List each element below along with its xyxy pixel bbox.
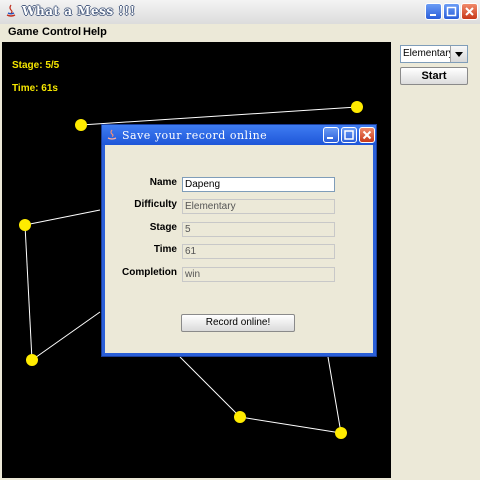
stage-indicator: Stage: 5/5 — [12, 60, 60, 71]
graph-node[interactable] — [75, 119, 87, 131]
completion-field: win — [182, 267, 335, 282]
menu-control[interactable]: Control — [42, 26, 81, 38]
menu-game[interactable]: Game — [8, 26, 39, 38]
dialog-close-button[interactable] — [359, 127, 375, 143]
edge — [24, 209, 101, 226]
minimize-button[interactable] — [425, 3, 442, 20]
graph-node[interactable] — [335, 427, 347, 439]
edge — [179, 356, 241, 418]
completion-label: Completion — [122, 267, 177, 278]
window-title: What a Mess !!! — [22, 4, 136, 18]
java-app-icon — [107, 129, 117, 140]
graph-node[interactable] — [26, 354, 38, 366]
menu-help[interactable]: Help — [83, 26, 107, 38]
graph-node[interactable] — [19, 219, 31, 231]
edge — [80, 106, 358, 126]
menu-bar: Game Control Help — [0, 24, 480, 42]
close-icon — [362, 130, 372, 140]
maximize-icon — [344, 130, 354, 140]
minimize-icon — [327, 137, 333, 139]
time-field: 61 — [182, 244, 335, 259]
chevron-down-icon — [455, 52, 463, 57]
start-button[interactable]: Start — [400, 67, 468, 85]
stage-label: Stage — [149, 222, 177, 233]
graph-node[interactable] — [351, 101, 363, 113]
close-button[interactable] — [461, 3, 478, 20]
time-label: Time — [153, 244, 177, 255]
time-indicator: Time: 61s — [12, 83, 58, 94]
java-app-icon — [6, 4, 16, 17]
name-label: Name — [149, 177, 177, 188]
stage-field: 5 — [182, 222, 335, 237]
edge — [239, 416, 342, 434]
dialog-body: Name Dapeng Difficulty Elementary Stage … — [105, 145, 373, 353]
edge — [31, 311, 101, 361]
close-icon — [465, 7, 474, 16]
record-online-button[interactable]: Record online! — [181, 314, 295, 332]
dialog-titlebar: Save your record online — [102, 125, 376, 145]
name-field[interactable]: Dapeng — [182, 177, 335, 192]
difficulty-field: Elementary — [182, 199, 335, 214]
minimize-icon — [430, 14, 436, 16]
dialog-minimize-button[interactable] — [323, 127, 339, 143]
difficulty-label: Difficulty — [134, 199, 177, 210]
dropdown-button[interactable] — [450, 46, 467, 62]
save-record-dialog: Save your record online Name Dapeng Diff… — [101, 124, 377, 357]
difficulty-select[interactable]: Elementary — [400, 45, 468, 63]
dialog-title: Save your record online — [122, 129, 268, 142]
dialog-maximize-button[interactable] — [341, 127, 357, 143]
edge — [24, 224, 33, 361]
control-panel — [392, 42, 478, 478]
maximize-icon — [446, 6, 457, 17]
edge — [327, 356, 342, 434]
graph-node[interactable] — [234, 411, 246, 423]
maximize-button[interactable] — [443, 3, 460, 20]
difficulty-select-value: Elementary — [403, 48, 454, 59]
window-titlebar: What a Mess !!! — [0, 0, 480, 25]
